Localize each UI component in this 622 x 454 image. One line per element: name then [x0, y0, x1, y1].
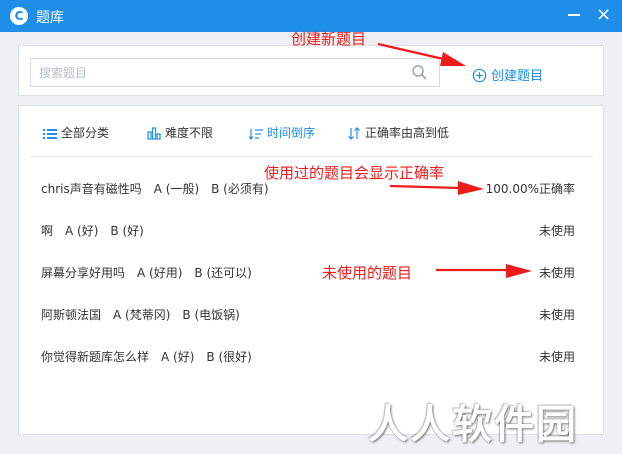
- watermark: 人人软件园: [368, 402, 578, 448]
- arrow-to-accuracy: [389, 184, 461, 190]
- arrow-to-create-button: [377, 42, 449, 62]
- annotation-arrows: [377, 42, 532, 278]
